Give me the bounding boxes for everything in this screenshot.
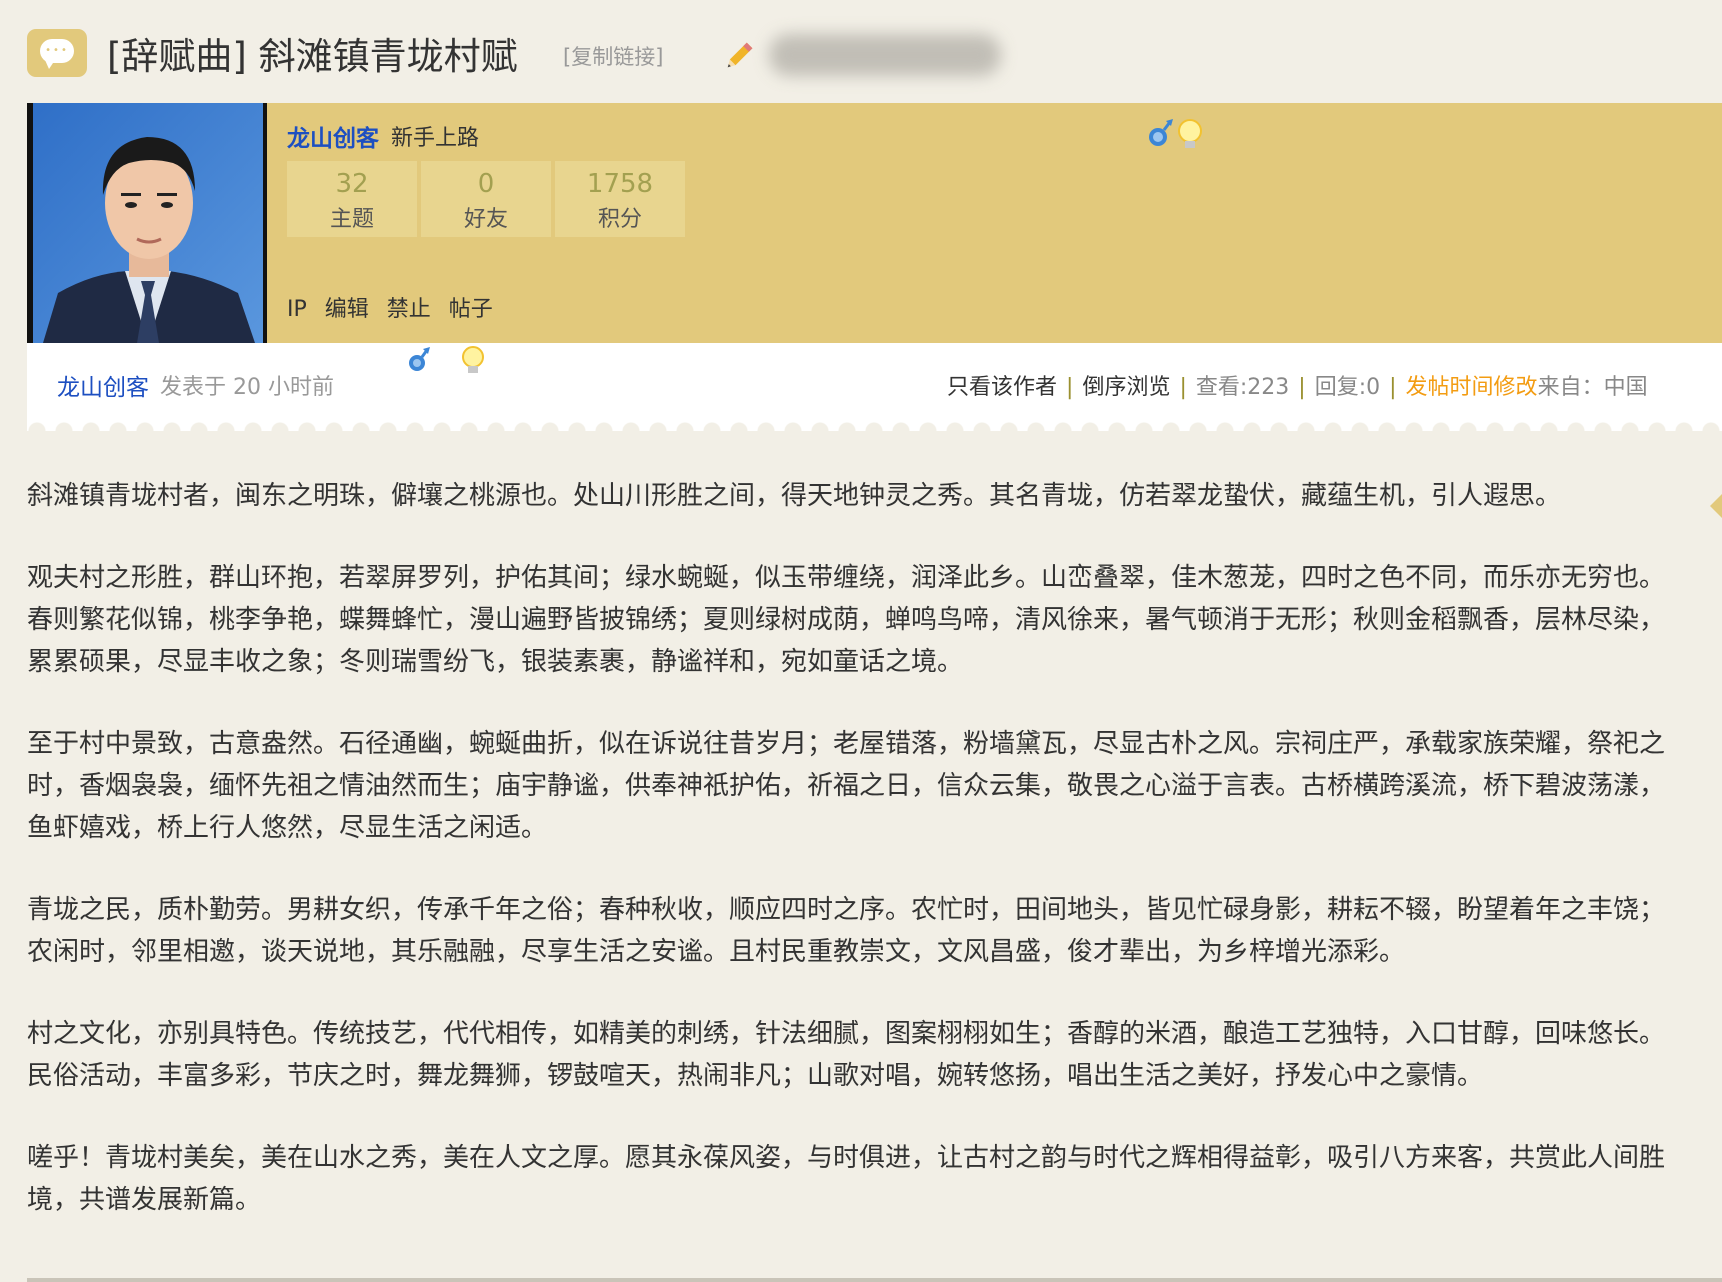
admin-ban-link[interactable]: 禁止 — [387, 297, 431, 322]
admin-ip-link[interactable]: IP — [287, 297, 307, 322]
only-author-link[interactable]: 只看该作者 — [947, 375, 1057, 400]
post-paragraph: 至于村中景致，古意盎然。石径通幽，蜿蜒曲折，似在诉说往昔岁月；老屋错落，粉墙黛瓦… — [27, 729, 1666, 843]
from-value: 中国 — [1603, 375, 1648, 400]
gender-male-icon — [1149, 119, 1173, 146]
stat-label: 积分 — [597, 207, 642, 232]
reply-count: 回复:0 — [1314, 375, 1381, 400]
post-meta-bar: 龙山创客 发表于 20 小时前 只看该作者 | 倒序浏览 | 查看:223 | 回复:0 | 发… — [27, 343, 1722, 431]
stat-value: 32 — [335, 169, 369, 199]
blurred-author-text — [769, 34, 1001, 76]
stat-label: 好友 — [463, 207, 508, 232]
separator: | — [1389, 375, 1397, 400]
post-paragraph: 观夫村之形胜，群山环抱，若翠屏罗列，护佑其间；绿水蜿蜒，似玉带缠绕，润泽此乡。山… — [27, 563, 1666, 677]
post-paragraph: 青垅之民，质朴勤劳。男耕女织，传承千年之俗；春种秋收，顺应四时之序。农忙时，田间… — [27, 895, 1666, 967]
reverse-order-link[interactable]: 倒序浏览 — [1082, 375, 1170, 400]
bottom-divider — [27, 1278, 1722, 1282]
admin-links: IP 编辑 禁止 帖子 — [287, 291, 511, 323]
separator: | — [1066, 375, 1074, 400]
modify-time-link[interactable]: 发帖时间修改 — [1406, 375, 1538, 400]
thread-title: [辞赋曲] 斜滩镇青垅村赋 — [107, 35, 518, 78]
stat-label: 主题 — [329, 207, 374, 232]
admin-posts-link[interactable]: 帖子 — [449, 297, 493, 322]
post-time: 发表于 20 小时前 — [160, 375, 334, 400]
separator: | — [1298, 375, 1306, 400]
scalloped-divider — [27, 417, 1722, 431]
post-content: 斜滩镇青垅村者，闽东之明珠，僻壤之桃源也。处山川形胜之间，得天地钟灵之秀。其名青… — [27, 475, 1687, 1261]
post-meta-actions: 只看该作者 | 倒序浏览 | 查看:223 | 回复:0 | 发帖时间修改来自：中国 — [947, 369, 1648, 401]
lightbulb-icon — [1178, 119, 1202, 148]
post-paragraph: 村之文化，亦别具特色。传统技艺，代代相传，如精美的刺绣，针法细腻，图案栩栩如生；… — [27, 1019, 1666, 1091]
view-count: 查看:223 — [1195, 375, 1290, 400]
separator: | — [1179, 375, 1187, 400]
author-rank: 新手上路 — [391, 126, 480, 151]
pencil-icon[interactable] — [721, 38, 757, 74]
post-author-link[interactable]: 龙山创客 — [57, 368, 149, 402]
stat-value: 1758 — [586, 169, 654, 199]
author-name-link[interactable]: 龙山创客 — [287, 119, 379, 153]
admin-edit-link[interactable]: 编辑 — [325, 297, 369, 322]
chat-bubble-icon: ••• — [27, 29, 87, 77]
post-paragraph: 斜滩镇青垅村者，闽东之明珠，僻壤之桃源也。处山川形胜之间，得天地钟灵之秀。其名青… — [27, 481, 1562, 511]
stat-points[interactable]: 1758 积分 — [555, 161, 685, 237]
post-paragraph: 嗟乎！青垅村美矣，美在山水之秀，美在人文之厚。愿其永葆风姿，与时俱进，让古村之韵… — [27, 1143, 1666, 1215]
stat-threads[interactable]: 32 主题 — [287, 161, 417, 237]
avatar[interactable] — [27, 103, 267, 343]
author-panel: 龙山创客 新手上路 32 主题 0 好友 1758 积分 IP 编辑 禁止 帖子 — [27, 103, 1722, 343]
collapse-arrow-icon[interactable] — [1710, 494, 1722, 518]
lightbulb-icon — [462, 346, 484, 373]
author-medals — [1149, 119, 1202, 148]
gender-male-icon — [409, 347, 430, 371]
thread-header: ••• [辞赋曲] 斜滩镇青垅村赋 [复制链接] — [27, 20, 1707, 82]
stat-friends[interactable]: 0 好友 — [421, 161, 551, 237]
post-medals — [409, 346, 484, 373]
stat-value: 0 — [477, 169, 495, 199]
from-label: 来自： — [1537, 375, 1604, 400]
copy-link-button[interactable]: [复制链接] — [563, 41, 663, 71]
